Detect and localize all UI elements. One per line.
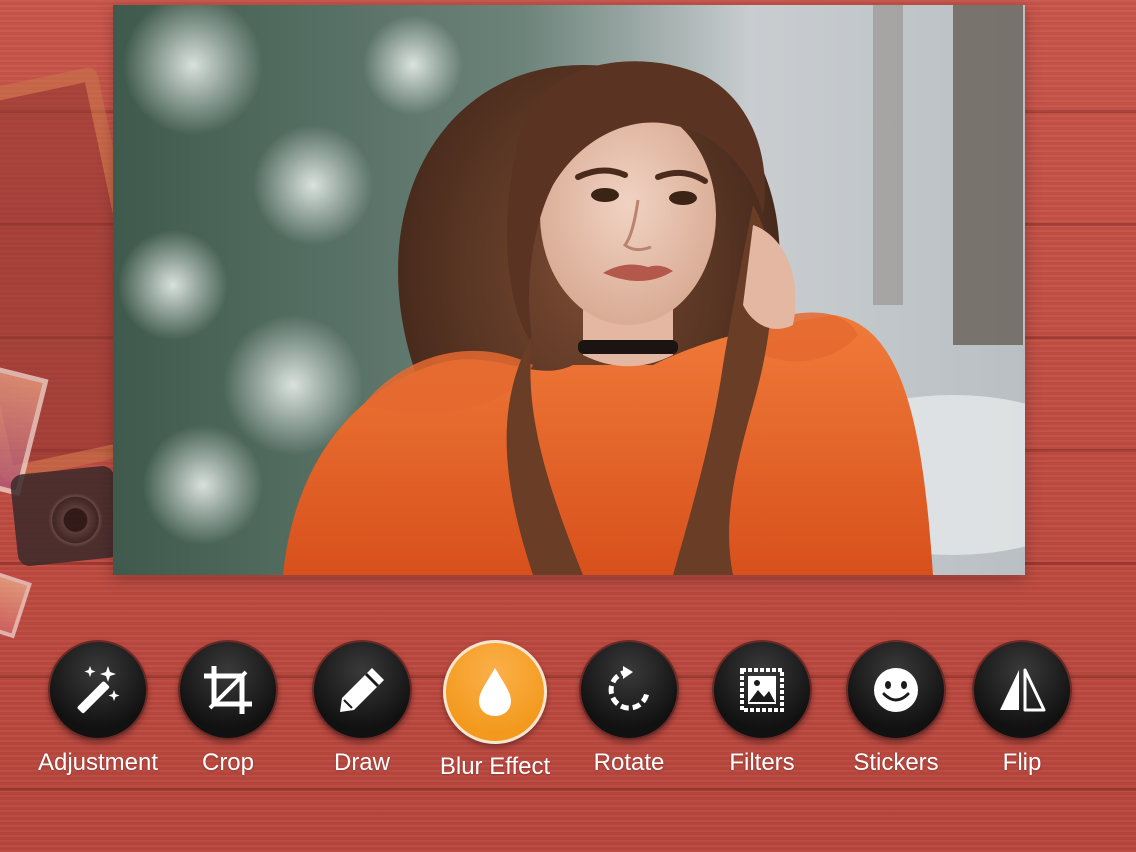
tool-adjustment-label: Adjustment	[37, 749, 159, 776]
tool-rotate-button[interactable]: Rotate	[559, 640, 699, 776]
tool-flip-button[interactable]: Flip	[952, 640, 1092, 776]
tool-stickers-label: Stickers	[853, 749, 939, 776]
tool-crop-button[interactable]: Crop	[158, 640, 298, 776]
tool-blur-effect-label: Blur Effect	[439, 753, 551, 780]
crop-icon	[204, 666, 252, 714]
pencil-icon	[340, 668, 384, 712]
tool-bar: Adjustment Crop Draw Blur Effect Rotate …	[0, 640, 1136, 790]
photo-canvas[interactable]	[113, 5, 1025, 575]
tool-adjustment-button[interactable]: Adjustment	[28, 640, 168, 776]
smiley-icon	[874, 668, 918, 712]
decor-photo-small	[0, 569, 32, 639]
tool-blur-effect-button[interactable]: Blur Effect	[425, 640, 565, 780]
tool-stickers-circle[interactable]	[846, 640, 946, 740]
tool-draw-circle[interactable]	[312, 640, 412, 740]
decor-camera-icon	[9, 464, 123, 568]
tool-rotate-label: Rotate	[593, 749, 665, 776]
droplet-icon	[479, 668, 511, 716]
rotate-icon	[608, 666, 650, 711]
tool-filters-label: Filters	[729, 749, 795, 776]
portrait-photo	[113, 5, 1025, 575]
tool-draw-button[interactable]: Draw	[292, 640, 432, 776]
magic-wand-icon	[77, 666, 120, 714]
tool-filters-circle[interactable]	[712, 640, 812, 740]
camera-lens	[45, 490, 106, 550]
tool-rotate-circle[interactable]	[579, 640, 679, 740]
tool-crop-label: Crop	[201, 749, 255, 776]
tool-crop-circle[interactable]	[178, 640, 278, 740]
tool-flip-label: Flip	[1002, 749, 1042, 776]
flip-icon	[1000, 668, 1046, 712]
tool-blur-effect-circle[interactable]	[443, 640, 547, 744]
tool-adjustment-circle[interactable]	[48, 640, 148, 740]
tool-stickers-button[interactable]: Stickers	[826, 640, 966, 776]
filters-icon	[740, 668, 784, 712]
tool-draw-label: Draw	[333, 749, 390, 776]
tool-flip-circle[interactable]	[972, 640, 1072, 740]
tool-filters-button[interactable]: Filters	[692, 640, 832, 776]
